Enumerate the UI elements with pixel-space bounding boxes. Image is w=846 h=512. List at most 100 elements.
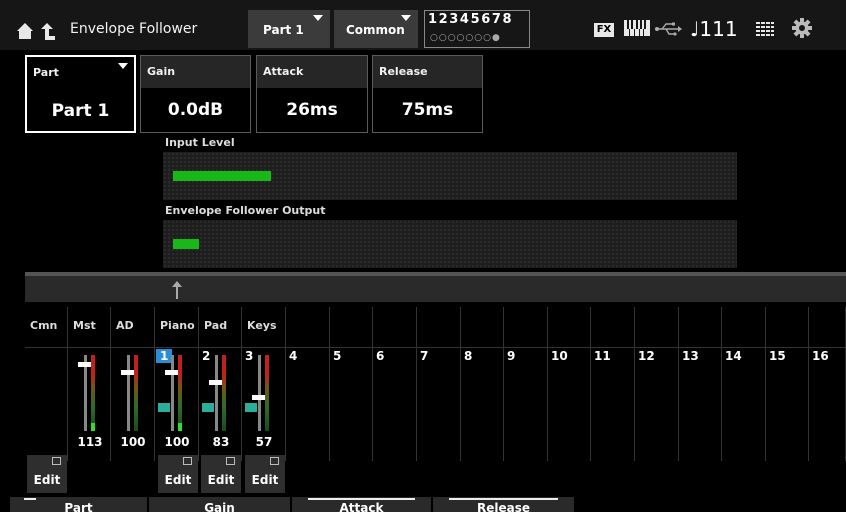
level-meter-peak — [178, 423, 182, 431]
edit-label: Edit — [164, 473, 192, 487]
part-number-4[interactable]: 4 — [289, 349, 297, 363]
fader-value-pad: 83 — [212, 435, 230, 449]
mixer-panel: Cmn Mst AD Piano Pad Keys 1 2 3 4 5 6 7 8 9 10 11 12 13 14 1… — [25, 307, 846, 461]
part-number-12[interactable]: 12 — [638, 349, 655, 363]
part-select-button[interactable]: Part 1 — [248, 10, 330, 48]
tab-indicator — [308, 498, 415, 500]
home-icon[interactable] — [16, 22, 34, 40]
edit-button-part2[interactable]: Edit — [201, 455, 241, 493]
part-number-14[interactable]: 14 — [725, 349, 742, 363]
level-meter — [265, 355, 269, 431]
mixer-column[interactable] — [722, 347, 766, 461]
part-number-15[interactable]: 15 — [769, 349, 786, 363]
mixer-header-empty-7 — [330, 307, 373, 347]
level-meter — [134, 355, 138, 431]
grid-icon[interactable] — [756, 22, 774, 36]
fader-track[interactable] — [127, 355, 130, 431]
fader-knob[interactable] — [209, 379, 223, 385]
fader-track[interactable] — [258, 355, 261, 431]
gain-param[interactable]: Gain 0.0dB — [140, 55, 251, 133]
mixer-column[interactable] — [591, 347, 635, 461]
mixer-column[interactable] — [461, 347, 504, 461]
fader-track[interactable] — [171, 355, 174, 431]
edit-button-common[interactable]: Edit — [27, 455, 67, 493]
gain-param-value: 0.0dB — [167, 100, 224, 120]
edit-icon — [183, 457, 192, 465]
tab-attack[interactable]: Attack — [292, 497, 432, 512]
dropdown-triangle-icon — [401, 15, 411, 21]
input-level-meter — [163, 152, 737, 200]
fader-knob[interactable] — [252, 394, 266, 400]
mixer-column[interactable] — [548, 347, 591, 461]
fader-value-ad: 100 — [120, 435, 146, 449]
level-meter — [91, 355, 95, 431]
fader-knob[interactable] — [121, 369, 135, 375]
fader-value-keys: 57 — [255, 435, 273, 449]
edit-label: Edit — [207, 473, 235, 487]
mixer-header-empty-9 — [417, 307, 461, 347]
page-title: Envelope Follower — [70, 21, 198, 37]
back-icon[interactable] — [40, 21, 56, 41]
fader-value-mst: 113 — [77, 435, 103, 449]
common-label: Common — [346, 23, 405, 37]
tab-release[interactable]: Release — [433, 497, 575, 512]
edit-icon — [52, 457, 61, 465]
mixer-column[interactable] — [679, 347, 722, 461]
edit-button-part1[interactable]: Edit — [158, 455, 198, 493]
attack-param-label: Attack — [257, 56, 367, 88]
mixer-column[interactable] — [766, 347, 809, 461]
fader-value-piano: 100 — [164, 435, 190, 449]
tab-gain[interactable]: Gain — [149, 497, 291, 512]
part-number-8[interactable]: 8 — [464, 349, 472, 363]
part-param[interactable]: Part Part 1 — [25, 55, 136, 133]
part-indicator[interactable]: 12345678 ○○○○○○○● — [424, 10, 530, 48]
mixer-column[interactable] — [635, 347, 679, 461]
mixer-header-empty-15 — [679, 307, 722, 347]
part-number-2[interactable]: 2 — [202, 349, 210, 363]
mixer-header-cmn: Cmn — [25, 307, 68, 347]
mixer-header-piano: Piano — [155, 307, 199, 347]
tab-attack-label: Attack — [339, 501, 384, 512]
mixer-column[interactable] — [504, 347, 548, 461]
mixer-header-empty-16 — [722, 307, 766, 347]
mixer-column[interactable] — [25, 347, 68, 461]
tab-part-label: Part — [64, 501, 93, 512]
part-number-11[interactable]: 11 — [594, 349, 611, 363]
mixer-column[interactable] — [330, 347, 373, 461]
scroll-bar[interactable] — [25, 276, 846, 302]
fader-knob[interactable] — [165, 369, 179, 375]
part-number-6[interactable]: 6 — [376, 349, 384, 363]
part-number-1[interactable]: 1 — [156, 349, 173, 363]
fader-knob[interactable] — [78, 362, 92, 368]
tab-part[interactable]: Part — [10, 497, 148, 512]
part-dots: ○○○○○○○● — [430, 33, 501, 43]
part-number-13[interactable]: 13 — [682, 349, 699, 363]
part-number-16[interactable]: 16 — [812, 349, 829, 363]
usb-icon — [655, 22, 682, 36]
mixer-column[interactable] — [417, 347, 461, 461]
tempo-display[interactable]: ♩111 — [690, 17, 738, 41]
release-param[interactable]: Release 75ms — [372, 55, 483, 133]
mixer-column[interactable] — [809, 347, 846, 461]
fader-track[interactable] — [215, 355, 218, 431]
input-level-label: Input Level — [165, 136, 235, 149]
attack-param[interactable]: Attack 26ms — [256, 55, 368, 133]
part-number-7[interactable]: 7 — [420, 349, 428, 363]
part-number-5[interactable]: 5 — [333, 349, 341, 363]
mixer-header-keys: Keys — [242, 307, 286, 347]
part-number-3[interactable]: 3 — [245, 349, 253, 363]
gear-icon[interactable] — [792, 18, 812, 38]
part-number-9[interactable]: 9 — [507, 349, 515, 363]
dropdown-triangle-icon — [313, 15, 323, 21]
mixer-header-empty-8 — [373, 307, 417, 347]
edit-button-part3[interactable]: Edit — [245, 455, 285, 493]
release-param-value: 75ms — [401, 100, 454, 120]
mixer-column[interactable] — [286, 347, 330, 461]
mixer-column[interactable] — [373, 347, 417, 461]
mixer-header-ad: AD — [111, 307, 155, 347]
part-number-10[interactable]: 10 — [551, 349, 568, 363]
common-button[interactable]: Common — [334, 10, 418, 48]
attack-param-value: 26ms — [286, 100, 338, 120]
fx-icon[interactable]: FX — [594, 23, 614, 37]
header-bar: Envelope Follower Part 1 Common 12345678… — [0, 0, 846, 50]
